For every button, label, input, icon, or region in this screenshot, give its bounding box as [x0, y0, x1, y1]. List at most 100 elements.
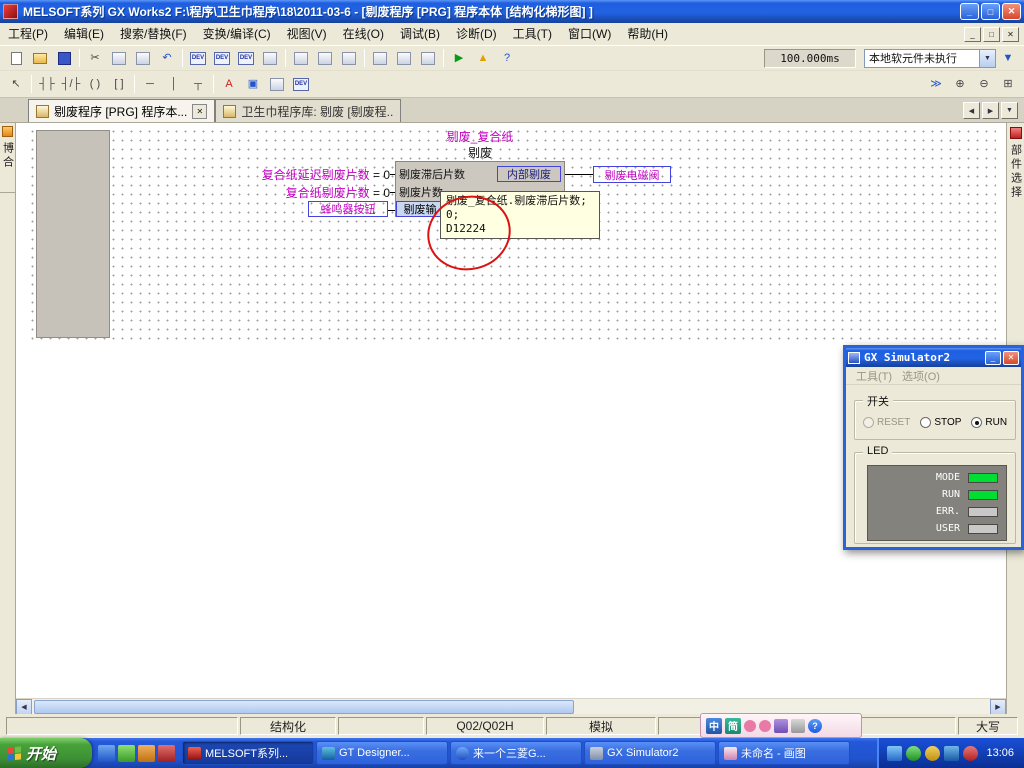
maximize-button[interactable]: □	[981, 3, 1000, 20]
input-row-1[interactable]: 复合纸延迟剔废片数 = 0	[206, 166, 390, 183]
write-to-plc-button[interactable]	[369, 48, 391, 69]
simulation-warning-button[interactable]: ▲	[472, 48, 494, 69]
read-from-plc-button[interactable]	[393, 48, 415, 69]
copy-button[interactable]	[108, 48, 130, 69]
menu-edit[interactable]: 编辑(E)	[56, 24, 112, 45]
local-device-status-combo[interactable]: 本地软元件未执行 ▼	[864, 49, 996, 68]
zoom-in-button[interactable]: ⊕	[949, 74, 971, 95]
start-button[interactable]: 开始	[0, 738, 92, 768]
mdi-minimize-button[interactable]: _	[964, 27, 981, 42]
tab-close-button[interactable]: ✕	[192, 104, 207, 119]
simulation-start-button[interactable]: ▶	[448, 48, 470, 69]
task-browser[interactable]: 来一个三菱G...	[450, 741, 582, 765]
tray-volume-icon[interactable]	[944, 746, 959, 761]
tray-update-icon[interactable]	[925, 746, 940, 761]
device-memory-button[interactable]: DEV	[211, 48, 233, 69]
ime-softkeyboard-icon[interactable]	[774, 719, 788, 733]
task-melsoft[interactable]: MELSOFT系列...	[182, 741, 314, 765]
toolbar-options-button[interactable]: ▼	[997, 48, 1019, 69]
close-button[interactable]: ✕	[1002, 3, 1021, 20]
rebuild-all-button[interactable]	[314, 48, 336, 69]
tab-list-button[interactable]: ▼	[1001, 102, 1018, 119]
build-button[interactable]	[290, 48, 312, 69]
quicklaunch-browser-icon[interactable]	[98, 745, 115, 762]
quicklaunch-media-icon[interactable]	[138, 745, 155, 762]
tab-scroll-left-button[interactable]: ◀	[963, 102, 980, 119]
combo-dropdown-icon[interactable]: ▼	[979, 50, 995, 67]
coil-button[interactable]: ( )	[84, 74, 106, 95]
reject-solenoid-variable[interactable]: 剔废电磁阀	[593, 166, 671, 183]
quicklaunch-desktop-icon[interactable]	[118, 745, 135, 762]
select-mode-button[interactable]: ↖	[5, 74, 27, 95]
tab-scroll-right-button[interactable]: ▶	[982, 102, 999, 119]
scrollbar-thumb[interactable]	[34, 700, 574, 714]
tab-library[interactable]: 卫生巾程序库: 剔废 [剔废程..	[215, 99, 401, 122]
help-button[interactable]: ?	[496, 48, 518, 69]
gx-simulator2-window[interactable]: GX Simulator2 _ ✕ 工具(T) 选项(O) 开关 RESET S…	[843, 345, 1024, 550]
switch-stop[interactable]: STOP	[920, 417, 961, 428]
input-1-variable[interactable]: 复合纸延迟剔废片数	[262, 168, 370, 182]
vertical-line-button[interactable]: │	[163, 74, 185, 95]
fb-pin-delay-count[interactable]: 剔废滞后片数	[399, 166, 465, 182]
open-project-button[interactable]	[29, 48, 51, 69]
grid-toggle-button[interactable]: ⊞	[997, 74, 1019, 95]
ime-tools-icon[interactable]	[791, 719, 805, 733]
device-comment-button[interactable]: DEV	[187, 48, 209, 69]
menu-help[interactable]: 帮助(H)	[619, 24, 676, 45]
tray-security-icon[interactable]	[963, 746, 978, 761]
mdi-restore-button[interactable]: □	[983, 27, 1000, 42]
ime-help-icon[interactable]: ?	[808, 719, 822, 733]
closed-contact-button[interactable]: ┤/├	[60, 74, 82, 95]
minimize-button[interactable]: _	[960, 3, 979, 20]
monitor-mode-button[interactable]	[417, 48, 439, 69]
open-contact-button[interactable]: ┤├	[36, 74, 58, 95]
menu-tools[interactable]: 工具(T)	[505, 24, 560, 45]
language-bar[interactable]: 中 简 ?	[700, 713, 862, 738]
ime-simplified-icon[interactable]: 简	[725, 718, 741, 734]
simulator-menu-options[interactable]: 选项(O)	[898, 368, 944, 384]
input-row-2[interactable]: 复合纸剔废片数 = 0	[206, 184, 390, 201]
menu-diagnostics[interactable]: 诊断(D)	[448, 24, 505, 45]
left-dock-tab[interactable]: 博合	[0, 123, 16, 193]
input-label-button[interactable]: A	[218, 74, 240, 95]
jump-button[interactable]: ≫	[925, 74, 947, 95]
save-project-button[interactable]	[53, 48, 75, 69]
new-project-button[interactable]	[5, 48, 27, 69]
program-check-button[interactable]	[338, 48, 360, 69]
simulator-menu-tools[interactable]: 工具(T)	[852, 368, 896, 384]
scroll-right-button[interactable]: ▶	[990, 699, 1006, 715]
task-gt-designer[interactable]: GT Designer...	[316, 741, 448, 765]
device-monitor-button[interactable]: DEV	[235, 48, 257, 69]
branch-line-button[interactable]: ┬	[187, 74, 209, 95]
menu-project[interactable]: 工程(P)	[0, 24, 56, 45]
simulator-close-button[interactable]: ✕	[1003, 351, 1019, 365]
menu-find-replace[interactable]: 搜索/替换(F)	[112, 24, 195, 45]
ime-chinese-icon[interactable]: 中	[706, 718, 722, 734]
menu-window[interactable]: 窗口(W)	[560, 24, 619, 45]
function-block-button[interactable]: ▣	[242, 74, 264, 95]
buzzer-button-variable[interactable]: 蜂鸣器按钮	[308, 201, 388, 217]
quicklaunch-mail-icon[interactable]	[158, 745, 175, 762]
parameter-button[interactable]	[259, 48, 281, 69]
input-2-variable[interactable]: 复合纸剔废片数	[286, 186, 370, 200]
simulator-minimize-button[interactable]: _	[985, 351, 1001, 365]
task-gx-simulator2[interactable]: GX Simulator2	[584, 741, 716, 765]
pou-header-block[interactable]	[36, 130, 110, 338]
internal-reject-variable[interactable]: 内部剔废	[497, 166, 561, 182]
device-display-button[interactable]: DEV	[290, 74, 312, 95]
tray-antivirus-icon[interactable]	[906, 746, 921, 761]
tab-program-body[interactable]: 剔废程序 [PRG] 程序本... ✕	[28, 99, 215, 122]
task-paint[interactable]: 未命名 - 画图	[718, 741, 850, 765]
application-instruction-button[interactable]: [ ]	[108, 74, 130, 95]
editor-horizontal-scrollbar[interactable]: ◀ ▶	[16, 698, 1006, 714]
zoom-out-button[interactable]: ⊖	[973, 74, 995, 95]
horizontal-line-button[interactable]: ─	[139, 74, 161, 95]
paste-button[interactable]	[132, 48, 154, 69]
switch-run[interactable]: RUN	[971, 417, 1007, 428]
ime-fullwidth-icon[interactable]	[759, 720, 771, 732]
stop-radio[interactable]	[920, 417, 931, 428]
simulator-titlebar[interactable]: GX Simulator2 _ ✕	[846, 348, 1021, 367]
menu-online[interactable]: 在线(O)	[335, 24, 392, 45]
menu-debug[interactable]: 调试(B)	[392, 24, 448, 45]
ime-punctuation-icon[interactable]	[744, 720, 756, 732]
